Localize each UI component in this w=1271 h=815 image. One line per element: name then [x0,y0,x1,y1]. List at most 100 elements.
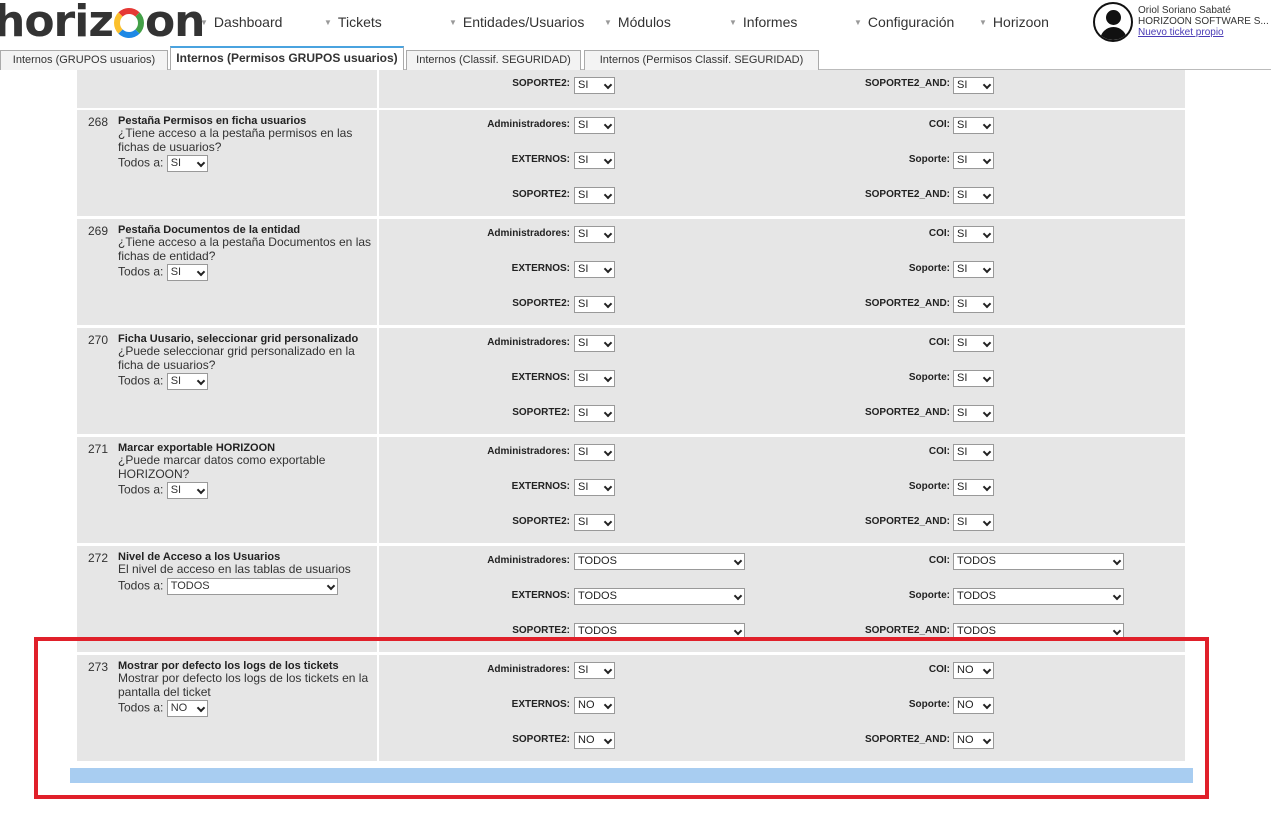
chevron-down-icon [603,339,613,348]
coi-select[interactable]: SI [953,226,994,244]
todos-label: Todos a: [118,264,164,279]
todos-control: Todos a: SI [118,373,208,390]
administradores-select[interactable]: SI [574,662,615,680]
table-row: SOPORTE2: SI SOPORTE2_AND: SI [77,70,1185,108]
tab-internos-permisos-classif-seguridad[interactable]: Internos (Permisos Classif. SEGURIDAD) [584,50,819,70]
row-permissions-cell: Administradores: SI COI: SI EXTERNOS: SI… [381,328,1185,434]
row-description-cell: 272 Nivel de Acceso a los Usuarios El ni… [77,546,379,652]
soporte2-select[interactable]: NO [574,732,615,750]
chevron-down-icon [733,557,743,566]
administradores-select[interactable]: SI [574,444,615,462]
soporte-select[interactable]: TODOS [953,588,1124,606]
administradores-label: Administradores: [487,555,570,566]
chevron-down-icon: ▼ [200,18,208,27]
soporte2-and-select[interactable]: SI [953,187,994,205]
coi-select[interactable]: SI [953,117,994,135]
soporte-select[interactable]: SI [953,261,994,279]
soporte-select[interactable]: NO [953,697,994,715]
row-number: 269 [88,224,109,238]
externos-select[interactable]: NO [574,697,615,715]
chevron-down-icon [1112,592,1122,601]
tab-internos-permisos-grupos[interactable]: Internos (Permisos GRUPOS usuarios) [170,46,404,71]
chevron-down-icon [603,121,613,130]
soporte2-select[interactable]: SI [574,405,615,423]
administradores-select[interactable]: SI [574,117,615,135]
soporte2-and-select[interactable]: TODOS [953,623,1124,641]
chevron-down-icon: ▼ [604,18,612,27]
chevron-down-icon [603,191,613,200]
todos-control: Todos a: TODOS [118,578,338,595]
todos-label: Todos a: [118,578,164,593]
todos-select[interactable]: SI [166,155,208,172]
soporte-label: Soporte: [908,372,950,383]
soporte2-label: SOPORTE2: [512,407,570,418]
todos-select[interactable]: NO [166,700,208,717]
chevron-down-icon [603,518,613,527]
chevron-down-icon: ▼ [854,18,862,27]
soporte2-select[interactable]: TODOS [574,623,745,641]
externos-label: EXTERNOS: [511,263,570,274]
nav-informes[interactable]: ▼ Informes [729,14,797,30]
soporte2-and-select[interactable]: SI [953,514,994,532]
chevron-down-icon [1112,557,1122,566]
soporte2-and-select[interactable]: NO [953,732,994,750]
administradores-select[interactable]: TODOS [574,553,745,571]
chevron-down-icon [982,518,992,527]
chevron-down-icon [982,300,992,309]
soporte2-select[interactable]: SI [574,514,615,532]
soporte2-label: SOPORTE2: [512,734,570,745]
table-row: 269 Pestaña Documentos de la entidad ¿Ti… [77,219,1185,325]
externos-select[interactable]: SI [574,479,615,497]
soporte2-select[interactable]: SI [574,187,615,205]
row-permissions-cell: Administradores: SI COI: SI EXTERNOS: SI… [381,219,1185,325]
externos-label: EXTERNOS: [511,699,570,710]
nav-horizoon[interactable]: ▼ Horizoon [979,14,1049,30]
avatar[interactable] [1093,2,1133,42]
row-description-cell: 269 Pestaña Documentos de la entidad ¿Ti… [77,219,379,325]
nav-entidades-usuarios[interactable]: ▼ Entidades/Usuarios [449,14,584,30]
new-own-ticket-link[interactable]: Nuevo ticket propio [1138,27,1224,38]
nav-modulos[interactable]: ▼ Módulos [604,14,671,30]
administradores-select[interactable]: SI [574,335,615,353]
soporte2-and-label: SOPORTE2_AND: [864,78,950,89]
todos-select[interactable]: SI [166,482,208,499]
soporte-label: Soporte: [908,154,950,165]
administradores-label: Administradores: [487,228,570,239]
horizoon-logo[interactable]: horiz on [0,0,206,48]
soporte2-and-label: SOPORTE2_AND: [864,625,950,636]
nav-tickets[interactable]: ▼ Tickets [324,14,382,30]
nav-dashboard[interactable]: ▼ Dashboard [200,14,282,30]
nav-configuracion[interactable]: ▼ Configuración [854,14,954,30]
chevron-down-icon [733,627,743,636]
soporte2-and-select[interactable]: SI [953,77,994,95]
soporte2-select[interactable]: SI [574,296,615,314]
todos-select[interactable]: SI [166,264,208,281]
soporte-select[interactable]: SI [953,152,994,170]
soporte-label: Soporte: [908,481,950,492]
chevron-down-icon [196,158,205,168]
externos-select[interactable]: SI [574,261,615,279]
soporte2-and-select[interactable]: SI [953,296,994,314]
soporte-select[interactable]: SI [953,479,994,497]
administradores-select[interactable]: SI [574,226,615,244]
soporte2-select[interactable]: SI [574,77,615,95]
tab-internos-classif-seguridad[interactable]: Internos (Classif. SEGURIDAD) [406,50,581,70]
row-description: El nivel de acceso en las tablas de usua… [118,562,351,576]
tab-internos-grupos[interactable]: Internos (GRUPOS usuarios) [0,50,168,70]
row-permissions-cell: Administradores: TODOS COI: TODOS EXTERN… [381,546,1185,652]
chevron-down-icon [196,485,205,495]
coi-select[interactable]: SI [953,444,994,462]
todos-select[interactable]: TODOS [166,578,338,595]
externos-select[interactable]: SI [574,152,615,170]
coi-select[interactable]: TODOS [953,553,1124,571]
externos-select[interactable]: TODOS [574,588,745,606]
coi-select[interactable]: SI [953,335,994,353]
todos-control: Todos a: SI [118,264,208,281]
soporte2-and-select[interactable]: SI [953,405,994,423]
coi-select[interactable]: NO [953,662,994,680]
todos-select[interactable]: SI [166,373,208,390]
externos-label: EXTERNOS: [511,590,570,601]
soporte-select[interactable]: SI [953,370,994,388]
externos-select[interactable]: SI [574,370,615,388]
chevron-down-icon [603,483,613,492]
